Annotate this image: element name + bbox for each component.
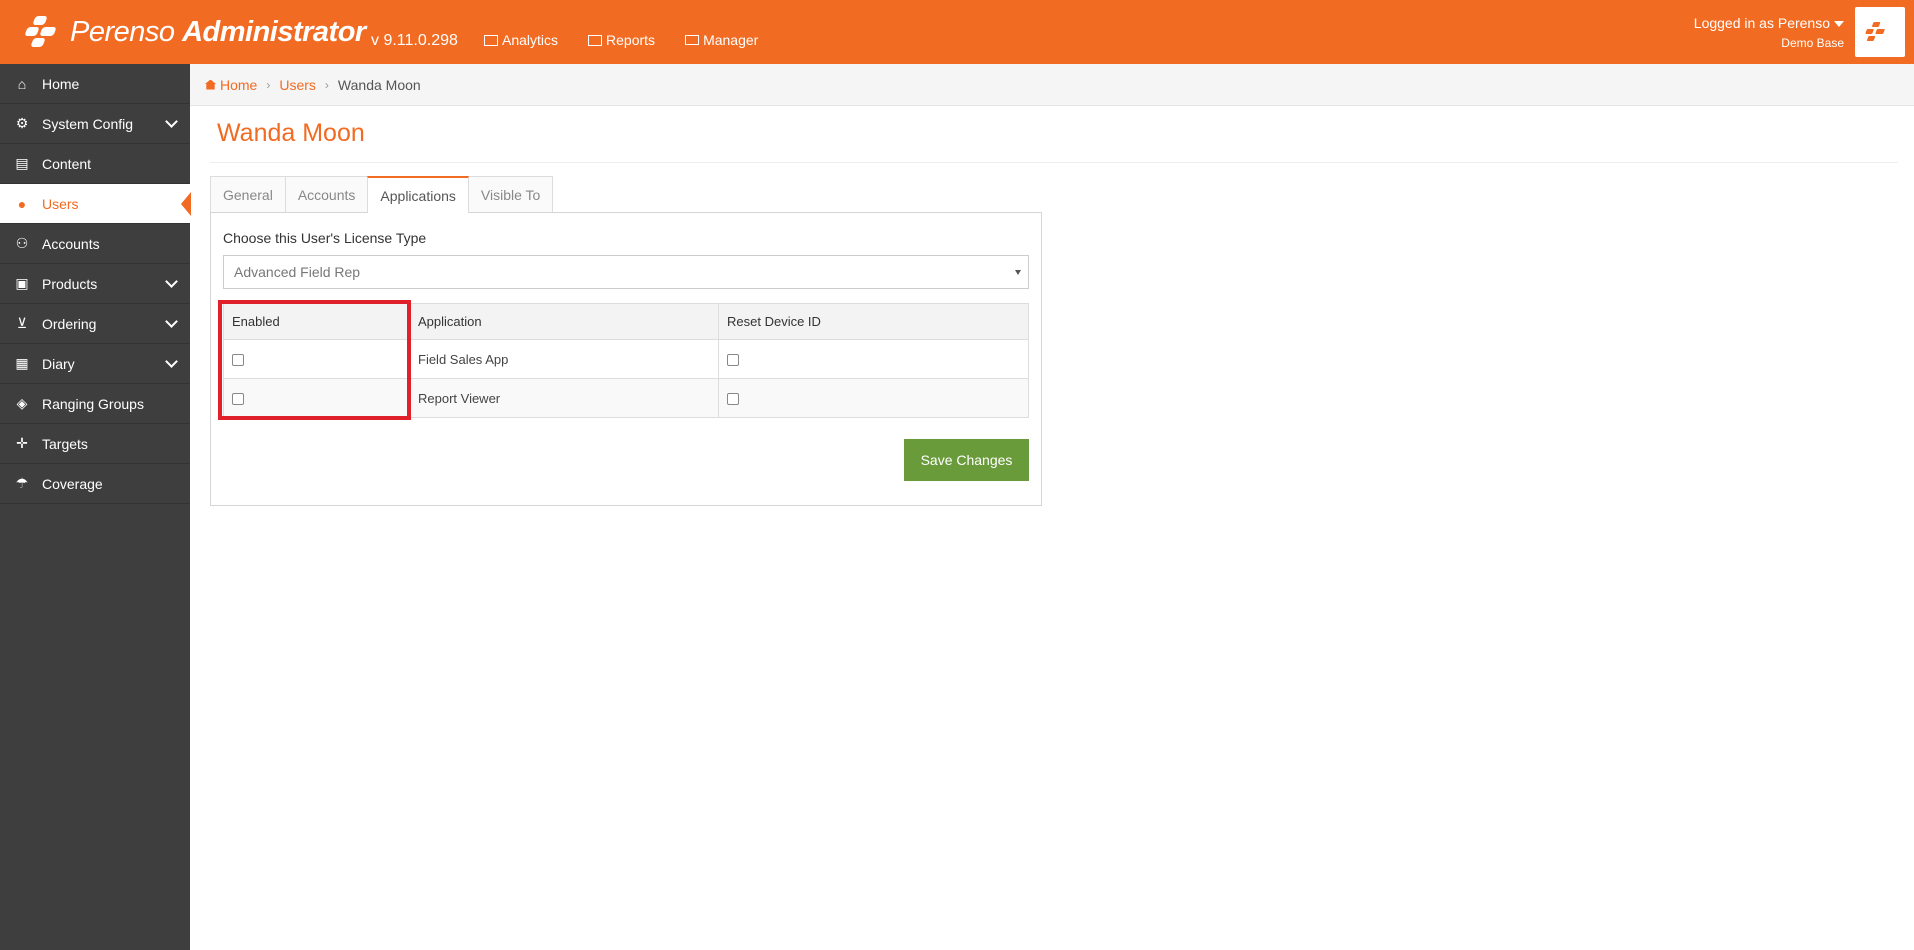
enabled-column-header: Enabled	[223, 303, 410, 340]
cubes-icon: ◈	[16, 395, 28, 411]
sidebar-item-ranging-groups[interactable]: ◈ Ranging Groups	[0, 384, 190, 424]
top-header: Perenso Administrator v 9.11.0.298 Analy…	[0, 0, 1914, 64]
save-changes-button[interactable]: Save Changes	[904, 439, 1029, 481]
table-icon	[588, 34, 603, 46]
users-icon: ⚇	[15, 235, 29, 251]
applications-table: Enabled Application Reset Device ID Fiel…	[223, 303, 1029, 418]
reset-device-checkbox-field-sales-app[interactable]	[727, 354, 739, 367]
page-title: Wanda Moon	[217, 119, 365, 147]
home-icon	[205, 79, 216, 90]
logged-in-label: Logged in as Perenso	[1693, 15, 1830, 31]
license-type-label: Choose this User's License Type	[223, 230, 427, 246]
database-label: Demo Base	[1781, 36, 1844, 50]
sidebar-item-coverage[interactable]: ☂ Coverage	[0, 464, 190, 504]
tab-general[interactable]: General	[210, 176, 286, 212]
breadcrumb-separator-icon: ›	[266, 77, 271, 92]
title-divider	[210, 162, 1898, 163]
gift-icon: ▣	[15, 275, 29, 291]
sidebar-item-home[interactable]: ⌂ Home	[0, 64, 190, 104]
calendar-icon: ▦	[15, 355, 29, 371]
tab-visible-to[interactable]: Visible To	[467, 176, 554, 212]
briefcase-icon	[685, 35, 700, 45]
app-title: Perenso Administrator	[70, 15, 366, 48]
sidebar-item-ordering[interactable]: ⊻ Ordering	[0, 304, 190, 344]
reset-device-column-header: Reset Device ID	[718, 303, 1029, 340]
sidebar-item-users[interactable]: ● Users	[0, 184, 191, 224]
sidebar-item-targets[interactable]: ✛ Targets	[0, 424, 190, 464]
manager-link[interactable]: Manager	[685, 32, 758, 48]
sidebar-item-content[interactable]: ▤ Content	[0, 144, 190, 184]
sidebar-item-products[interactable]: ▣ Products	[0, 264, 190, 304]
chart-icon	[484, 34, 498, 46]
application-name: Field Sales App	[409, 339, 719, 379]
application-column-header: Application	[409, 303, 719, 340]
file-icon: ▤	[15, 155, 29, 171]
sidebar-item-diary[interactable]: ▦ Diary	[0, 344, 190, 384]
brand-logo[interactable]: Perenso Administrator	[24, 12, 366, 52]
chevron-down-icon	[165, 355, 178, 368]
tab-bar: General Accounts Applications Visible To	[210, 176, 554, 213]
sidebar-item-system-config[interactable]: ⚙ System Config	[0, 104, 190, 144]
user-icon: ●	[17, 195, 27, 212]
license-type-select[interactable]: Advanced Field Rep	[223, 255, 1029, 289]
chevron-down-icon	[165, 275, 178, 288]
applications-panel: Choose this User's License Type Advanced…	[210, 212, 1042, 506]
crosshairs-icon: ✛	[16, 435, 28, 451]
breadcrumb-current: Wanda Moon	[337, 76, 421, 93]
gear-icon: ⚙	[15, 115, 29, 131]
perenso-logo-icon	[24, 14, 64, 50]
reset-device-checkbox-report-viewer[interactable]	[727, 393, 739, 406]
perenso-mark-icon	[1865, 22, 1885, 41]
user-menu[interactable]: Logged in as Perenso Demo Base	[1694, 13, 1844, 53]
chevron-down-icon	[165, 115, 178, 128]
enabled-checkbox-report-viewer[interactable]	[232, 393, 244, 406]
reports-link[interactable]: Reports	[588, 32, 655, 48]
caret-down-icon	[1834, 21, 1844, 28]
version-label: v 9.11.0.298	[371, 32, 458, 49]
cart-icon: ⊻	[16, 315, 28, 331]
analytics-link[interactable]: Analytics	[484, 32, 558, 48]
breadcrumb-users[interactable]: Users	[279, 77, 316, 93]
table-row: Field Sales App	[223, 339, 1029, 379]
company-logo	[1855, 7, 1905, 57]
top-nav: Analytics Reports Manager	[484, 32, 788, 48]
sidebar-item-accounts[interactable]: ⚇ Accounts	[0, 224, 190, 264]
dropdown-arrow-icon	[1015, 270, 1021, 275]
breadcrumb-home[interactable]: Home	[205, 77, 257, 93]
enabled-checkbox-field-sales-app[interactable]	[232, 354, 244, 367]
tab-accounts[interactable]: Accounts	[284, 176, 369, 212]
chevron-down-icon	[165, 315, 178, 328]
umbrella-icon: ☂	[15, 475, 29, 491]
table-row: Report Viewer	[223, 378, 1029, 418]
tab-applications[interactable]: Applications	[367, 176, 469, 213]
breadcrumb: Home › Users › Wanda Moon	[190, 64, 1914, 106]
license-type-value: Advanced Field Rep	[234, 264, 361, 280]
home-icon: ⌂	[17, 75, 27, 92]
breadcrumb-separator-icon: ›	[324, 77, 329, 92]
application-name: Report Viewer	[409, 378, 719, 418]
sidebar-nav: ⌂ Home ⚙ System Config ▤ Content ● Users ⚇ Ac…	[0, 64, 191, 950]
